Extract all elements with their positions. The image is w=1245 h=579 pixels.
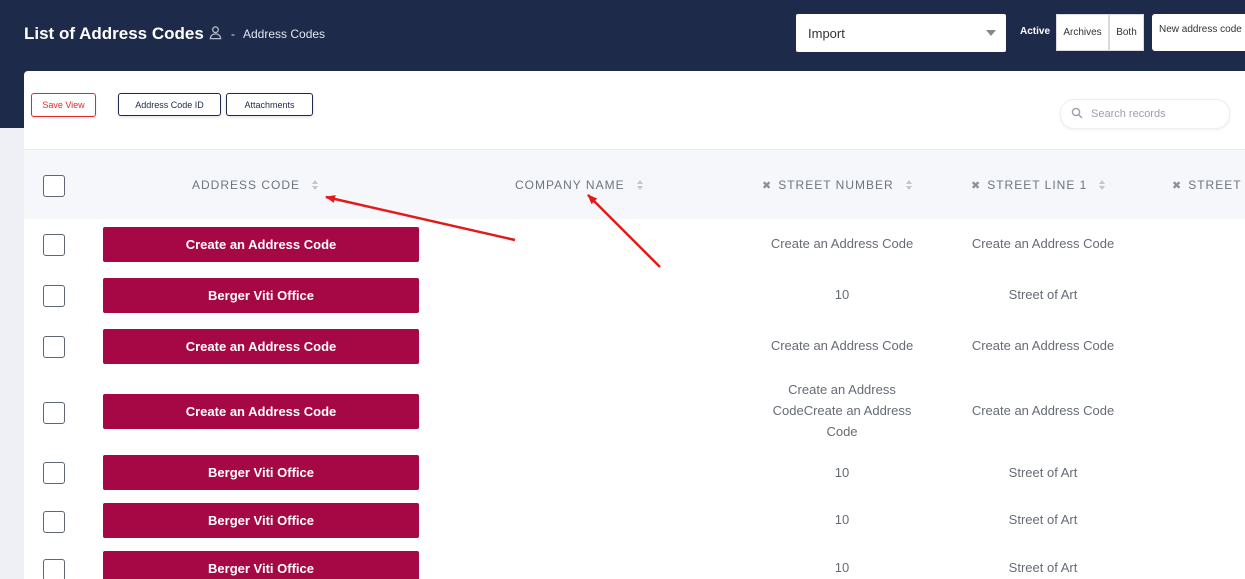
- street-line1-cell: Create an Address Code: [971, 338, 1115, 353]
- street-line1-cell: Create an Address Code: [971, 236, 1115, 251]
- address-code-button[interactable]: Create an Address Code: [103, 227, 419, 262]
- records-card: Save View Address Code ID Attachments Se…: [24, 71, 1245, 579]
- sort-icon[interactable]: [1099, 180, 1106, 190]
- column-header-street-line-2[interactable]: ✖ STREET L: [1172, 178, 1245, 192]
- sort-icon[interactable]: [312, 180, 319, 190]
- street-number-cell: Create an Address CodeCreate an Address …: [772, 382, 912, 439]
- sort-icon[interactable]: [905, 180, 912, 190]
- row-checkbox[interactable]: [43, 285, 65, 307]
- street-number-cell: Create an Address Code: [770, 236, 914, 251]
- breadcrumb-current[interactable]: Address Codes: [243, 27, 325, 41]
- sort-icon[interactable]: [636, 180, 643, 190]
- address-code-button[interactable]: Berger Viti Office: [103, 278, 419, 313]
- select-all-checkbox[interactable]: [43, 175, 65, 197]
- import-selected-value: Import: [808, 25, 845, 41]
- user-icon[interactable]: [208, 25, 223, 43]
- search-icon: [1071, 107, 1083, 122]
- remove-column-icon[interactable]: ✖: [1172, 179, 1182, 192]
- remove-column-icon[interactable]: ✖: [762, 179, 772, 192]
- filter-active[interactable]: Active: [1020, 26, 1050, 37]
- street-line1-cell: Street of Art: [1008, 512, 1078, 527]
- chevron-down-icon: [986, 30, 996, 36]
- import-dropdown[interactable]: Import: [796, 14, 1006, 52]
- column-header-company-name[interactable]: COMPANY NAME: [515, 178, 643, 192]
- column-toggle-attachments[interactable]: Attachments: [226, 93, 313, 116]
- column-header-street-line-1[interactable]: ✖ STREET LINE 1: [971, 178, 1106, 192]
- row-checkbox[interactable]: [43, 511, 65, 533]
- new-address-code-button[interactable]: New address code: [1152, 14, 1245, 51]
- row-checkbox[interactable]: [43, 402, 65, 424]
- filter-both-button[interactable]: Both: [1109, 14, 1144, 51]
- table-header: ADDRESS CODE COMPANY NAME ✖ STREET NUMBE…: [24, 149, 1245, 219]
- column-toggle-address-code-id[interactable]: Address Code ID: [118, 93, 221, 116]
- street-number-cell: 10: [834, 287, 850, 302]
- remove-column-icon[interactable]: ✖: [971, 179, 981, 192]
- street-number-cell: Create an Address Code: [770, 338, 914, 353]
- street-number-cell: 10: [834, 465, 850, 480]
- street-number-cell: 10: [834, 512, 850, 527]
- page-title: List of Address Codes: [24, 24, 204, 43]
- street-line1-cell: Street of Art: [1008, 287, 1078, 302]
- street-line1-cell: Create an Address Code: [971, 403, 1115, 418]
- search-box[interactable]: Search records: [1060, 99, 1230, 129]
- row-checkbox[interactable]: [43, 559, 65, 579]
- column-header-street-number[interactable]: ✖ STREET NUMBER: [762, 178, 912, 192]
- street-line1-cell: Street of Art: [1008, 560, 1078, 575]
- address-code-button[interactable]: Create an Address Code: [103, 394, 419, 429]
- address-code-button[interactable]: Create an Address Code: [103, 329, 419, 364]
- row-checkbox[interactable]: [43, 336, 65, 358]
- breadcrumb-separator: -: [231, 27, 235, 41]
- address-code-button[interactable]: Berger Viti Office: [103, 455, 419, 490]
- row-checkbox[interactable]: [43, 234, 65, 256]
- address-code-button[interactable]: Berger Viti Office: [103, 551, 419, 579]
- street-line1-cell: Street of Art: [1008, 465, 1078, 480]
- street-number-cell: 10: [834, 560, 850, 575]
- row-checkbox[interactable]: [43, 462, 65, 484]
- address-code-button[interactable]: Berger Viti Office: [103, 503, 419, 538]
- save-view-button[interactable]: Save View: [31, 93, 96, 117]
- column-header-address-code[interactable]: ADDRESS CODE: [192, 178, 319, 192]
- filter-archives-button[interactable]: Archives: [1056, 14, 1109, 51]
- search-input[interactable]: Search records: [1091, 108, 1166, 120]
- breadcrumb: - Address Codes: [208, 25, 325, 43]
